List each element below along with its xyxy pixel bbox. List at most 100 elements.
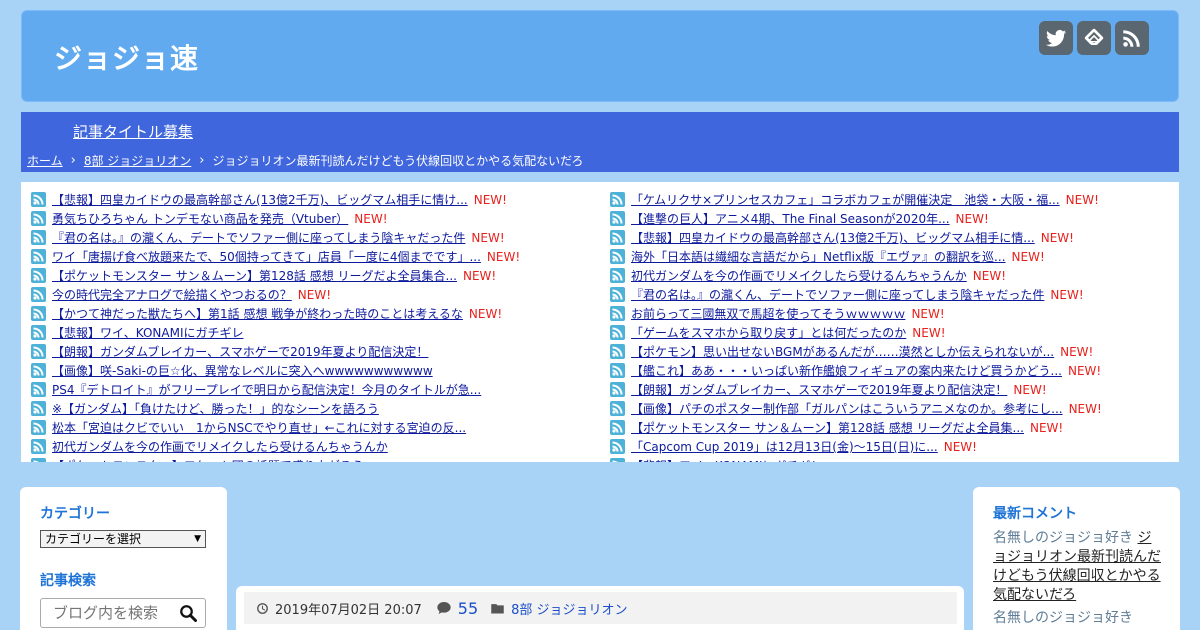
rss-feed-icon bbox=[31, 363, 46, 378]
rss-feed-icon bbox=[31, 420, 46, 435]
rss-feed-icon bbox=[610, 382, 625, 397]
rss-feed-icon bbox=[610, 363, 625, 378]
rss-item: 【進撃の巨人】アニメ4期、The Final Seasonが2020年... NE… bbox=[610, 209, 1170, 228]
rss-feed-icon bbox=[610, 306, 625, 321]
rss-item-link[interactable]: 【悲報】四皇カイドウの最高幹部さん(13億2千万)、ビッグマム相手に情... bbox=[631, 229, 1035, 246]
new-badge: NEW! bbox=[1040, 230, 1074, 245]
rss-item-link[interactable]: 「ゲームをスマホから取り戻す」とは何だったのか bbox=[631, 324, 906, 341]
rss-item: 【朗報】ガンダムブレイカー、スマホゲーで2019年夏より配信決定！ NEW! bbox=[610, 380, 1170, 399]
rss-feed-icon bbox=[610, 268, 625, 283]
rss-feed-icon bbox=[31, 268, 46, 283]
recent-comments-heading: 最新コメント bbox=[993, 506, 1077, 522]
rss-feed-icon bbox=[610, 287, 625, 302]
breadcrumb-current: ジョジョリオン最新刊読んだけどもう伏線回収とかやる気配ないだろ bbox=[212, 154, 584, 168]
new-badge: NEW! bbox=[1065, 192, 1099, 207]
rss-item: 松本「宮迫はクビでいい 1からNSCでやり直せ」←これに対する宮迫の反... bbox=[31, 418, 591, 437]
recent-comment: 名無しのジョジョ好き ジョジョリオン最新刊読んだけどもう伏線回収とかやる気配ない… bbox=[993, 529, 1161, 605]
site-header: ジョジョ速 bbox=[21, 10, 1179, 102]
rss-column-left: 【悲報】四皇カイドウの最高幹部さん(13億2千万)、ビッグマム相手に情け... N… bbox=[31, 190, 591, 462]
rss-item-link[interactable]: 【進撃の巨人】アニメ4期、The Final Seasonが2020年... bbox=[631, 210, 950, 227]
rss-item-link[interactable]: 初代ガンダムを今の作画でリメイクしたら受けるんちゃうんか bbox=[631, 267, 967, 284]
rss-item-link[interactable]: 【ポケモン】思い出せないBGMがあるんだが……漠然としか伝えられないが... bbox=[631, 343, 1054, 360]
rss-feed-icon bbox=[31, 382, 46, 397]
comment-icon bbox=[437, 602, 451, 614]
rss-item-link[interactable]: PS4『デトロイト』がフリープレイで明日から配信決定！今月のタイトルが急... bbox=[52, 381, 481, 398]
rss-item: 『君の名は。』の瀧くん、デートでソファー側に座ってしまう陰キャだった件 NEW! bbox=[31, 228, 591, 247]
new-badge: NEW! bbox=[486, 249, 521, 264]
breadcrumb-separator: › bbox=[199, 153, 205, 168]
rss-button[interactable] bbox=[1115, 21, 1149, 55]
rss-feed-icon bbox=[31, 401, 46, 416]
rss-feed-icon bbox=[610, 344, 625, 359]
rss-item-link[interactable]: ワイ「唐揚げ食べ放題来たで、50個持ってきて」店員「一度に4個までです」... bbox=[52, 248, 481, 265]
new-badge: NEW! bbox=[473, 192, 507, 207]
new-badge: NEW! bbox=[468, 306, 503, 321]
rss-item-link[interactable]: 『君の名は。』の瀧くん、デートでソファー側に座ってしまう陰キャだった件 bbox=[631, 286, 1044, 303]
rss-item-link[interactable]: 【ポケットモンスター】ロケット団の話題で盛り上がろう bbox=[52, 457, 364, 462]
rss-item-link[interactable]: 「ケムリクサ×プリンセスカフェ」コラボカフェが開催決定 池袋・大阪・福... bbox=[631, 191, 1060, 208]
recent-comments-list: 名無しのジョジョ好き ジョジョリオン最新刊読んだけどもう伏線回収とかやる気配ない… bbox=[993, 529, 1161, 628]
rss-item-link[interactable]: 【悲報】ワイ、KONAMIにガチギレ bbox=[631, 457, 823, 462]
rss-feed-icon bbox=[31, 306, 46, 321]
rss-item-link[interactable]: 今の時代完全アナログで絵描くやつおるの？ bbox=[52, 286, 292, 303]
rss-item-link[interactable]: 松本「宮迫はクビでいい 1からNSCでやり直せ」←これに対する宮迫の反... bbox=[52, 419, 466, 436]
rss-feed-icon bbox=[610, 211, 625, 226]
search-input[interactable] bbox=[41, 599, 171, 627]
comment-author: 名無しのジョジョ好き bbox=[993, 530, 1133, 546]
comment-author: 名無しのジョジョ好き bbox=[993, 610, 1133, 626]
rss-item-link[interactable]: 勇気ちひろちゃん トンデモない商品を発売（Vtuber） bbox=[52, 210, 348, 227]
new-badge: NEW! bbox=[1050, 287, 1084, 302]
site-title[interactable]: ジョジョ速 bbox=[54, 37, 199, 77]
rss-feed-box[interactable]: 【悲報】四皇カイドウの最高幹部さん(13億2千万)、ビッグマム相手に情け... N… bbox=[21, 182, 1179, 462]
breadcrumb-category[interactable]: 8部 ジョジョリオン bbox=[84, 152, 191, 169]
new-badge: NEW! bbox=[1013, 382, 1047, 397]
new-badge: NEW! bbox=[471, 230, 505, 245]
rss-item-link[interactable]: ※【ガンダム】「負けたけど、勝った！」的なシーンを語ろう bbox=[52, 400, 379, 417]
rss-item-link[interactable]: 【画像】咲-Saki-の巨☆化、異常なレベルに突入へwwwwwwwwwww bbox=[52, 362, 433, 379]
search-icon[interactable] bbox=[179, 604, 197, 622]
new-badge: NEW! bbox=[911, 306, 945, 321]
rss-item-link[interactable]: 【かつて神だった獣たちへ】第1話 感想 戦争が終わった時のことは考えるな bbox=[52, 305, 463, 322]
rss-item: 初代ガンダムを今の作画でリメイクしたら受けるんちゃうんか bbox=[31, 437, 591, 456]
rss-item-link[interactable]: 【悲報】ワイ、KONAMIにガチギレ bbox=[52, 324, 244, 341]
search-heading: 記事検索 bbox=[40, 573, 96, 589]
rss-item: 初代ガンダムを今の作画でリメイクしたら受けるんちゃうんか NEW! bbox=[610, 266, 1170, 285]
rss-feed-icon bbox=[31, 439, 46, 454]
post-category-link[interactable]: 8部 ジョジョリオン bbox=[511, 599, 627, 618]
category-select-value: カテゴリーを選択 bbox=[45, 532, 142, 546]
breadcrumb-home[interactable]: ホーム bbox=[27, 152, 63, 169]
rss-item-link[interactable]: 海外「日本語は繊細な言語だから」Netflix版『エヴァ』の翻訳を巡... bbox=[631, 248, 1006, 265]
rss-item-link[interactable]: 【ポケットモンスター サン＆ムーン】第128話 感想 リーグだよ全員集合... bbox=[52, 267, 457, 284]
rss-item-link[interactable]: 【朗報】ガンダムブレイカー、スマホゲーで2019年夏より配信決定！ bbox=[631, 381, 1007, 398]
twitter-button[interactable] bbox=[1039, 21, 1073, 55]
rss-item-link[interactable]: 【悲報】四皇カイドウの最高幹部さん(13億2千万)、ビッグマム相手に情け... bbox=[52, 191, 468, 208]
new-badge: NEW! bbox=[1068, 401, 1102, 416]
rss-item-link[interactable]: お前らって三國無双で馬超を使ってそうｗｗｗｗｗ bbox=[631, 305, 905, 322]
new-badge: NEW! bbox=[972, 268, 1006, 283]
new-badge: NEW! bbox=[354, 211, 388, 226]
rss-item: 【悲報】四皇カイドウの最高幹部さん(13億2千万)、ビッグマム相手に情... NE… bbox=[610, 228, 1170, 247]
rss-feed-icon bbox=[31, 211, 46, 226]
rss-item-link[interactable]: 【艦これ】ああ・・・いっぱい新作艦娘フィギュアの案内来たけど買うかどう... bbox=[631, 362, 1062, 379]
rss-item: 【ポケットモンスター サン＆ムーン】第128話 感想 リーグだよ全員集合... N… bbox=[31, 266, 591, 285]
rss-item-link[interactable]: 【朗報】ガンダムブレイカー、スマホゲーで2019年夏より配信決定！ bbox=[52, 343, 428, 360]
new-badge: NEW! bbox=[1067, 363, 1102, 378]
comment-count-link[interactable]: 55 bbox=[458, 599, 478, 618]
rss-item-link[interactable]: 『君の名は。』の瀧くん、デートでソファー側に座ってしまう陰キャだった件 bbox=[52, 229, 465, 246]
rss-feed-icon bbox=[610, 458, 625, 462]
feedly-button[interactable] bbox=[1077, 21, 1111, 55]
new-badge: NEW! bbox=[297, 287, 331, 302]
rss-feed-icon bbox=[31, 249, 46, 264]
new-badge: NEW! bbox=[1029, 420, 1064, 435]
rss-item: 【ポケットモンスター】ロケット団の話題で盛り上がろう bbox=[31, 456, 591, 462]
rss-item-link[interactable]: 「Capcom Cup 2019」は12月13日(金)～15日(日)に... bbox=[631, 438, 938, 455]
rss-item-link[interactable]: 【画像】パチのポスター制作部「ガルパンはこういうアニメなのか。参考にし... bbox=[631, 400, 1063, 417]
rss-feed-icon bbox=[31, 458, 46, 462]
rss-item-link[interactable]: 【ポケットモンスター サン＆ムーン】第128話 感想 リーグだよ全員集... bbox=[631, 419, 1024, 436]
rss-item-link[interactable]: 初代ガンダムを今の作画でリメイクしたら受けるんちゃうんか bbox=[52, 438, 388, 455]
rss-feed-icon bbox=[31, 325, 46, 340]
rss-feed-icon bbox=[31, 192, 46, 207]
category-select[interactable]: カテゴリーを選択 ▼ bbox=[40, 530, 206, 548]
nav-link-title-request[interactable]: 記事タイトル募集 bbox=[73, 121, 193, 142]
rss-item: 【ポケモン】思い出せないBGMがあるんだが……漠然としか伝えられないが... NE… bbox=[610, 342, 1170, 361]
